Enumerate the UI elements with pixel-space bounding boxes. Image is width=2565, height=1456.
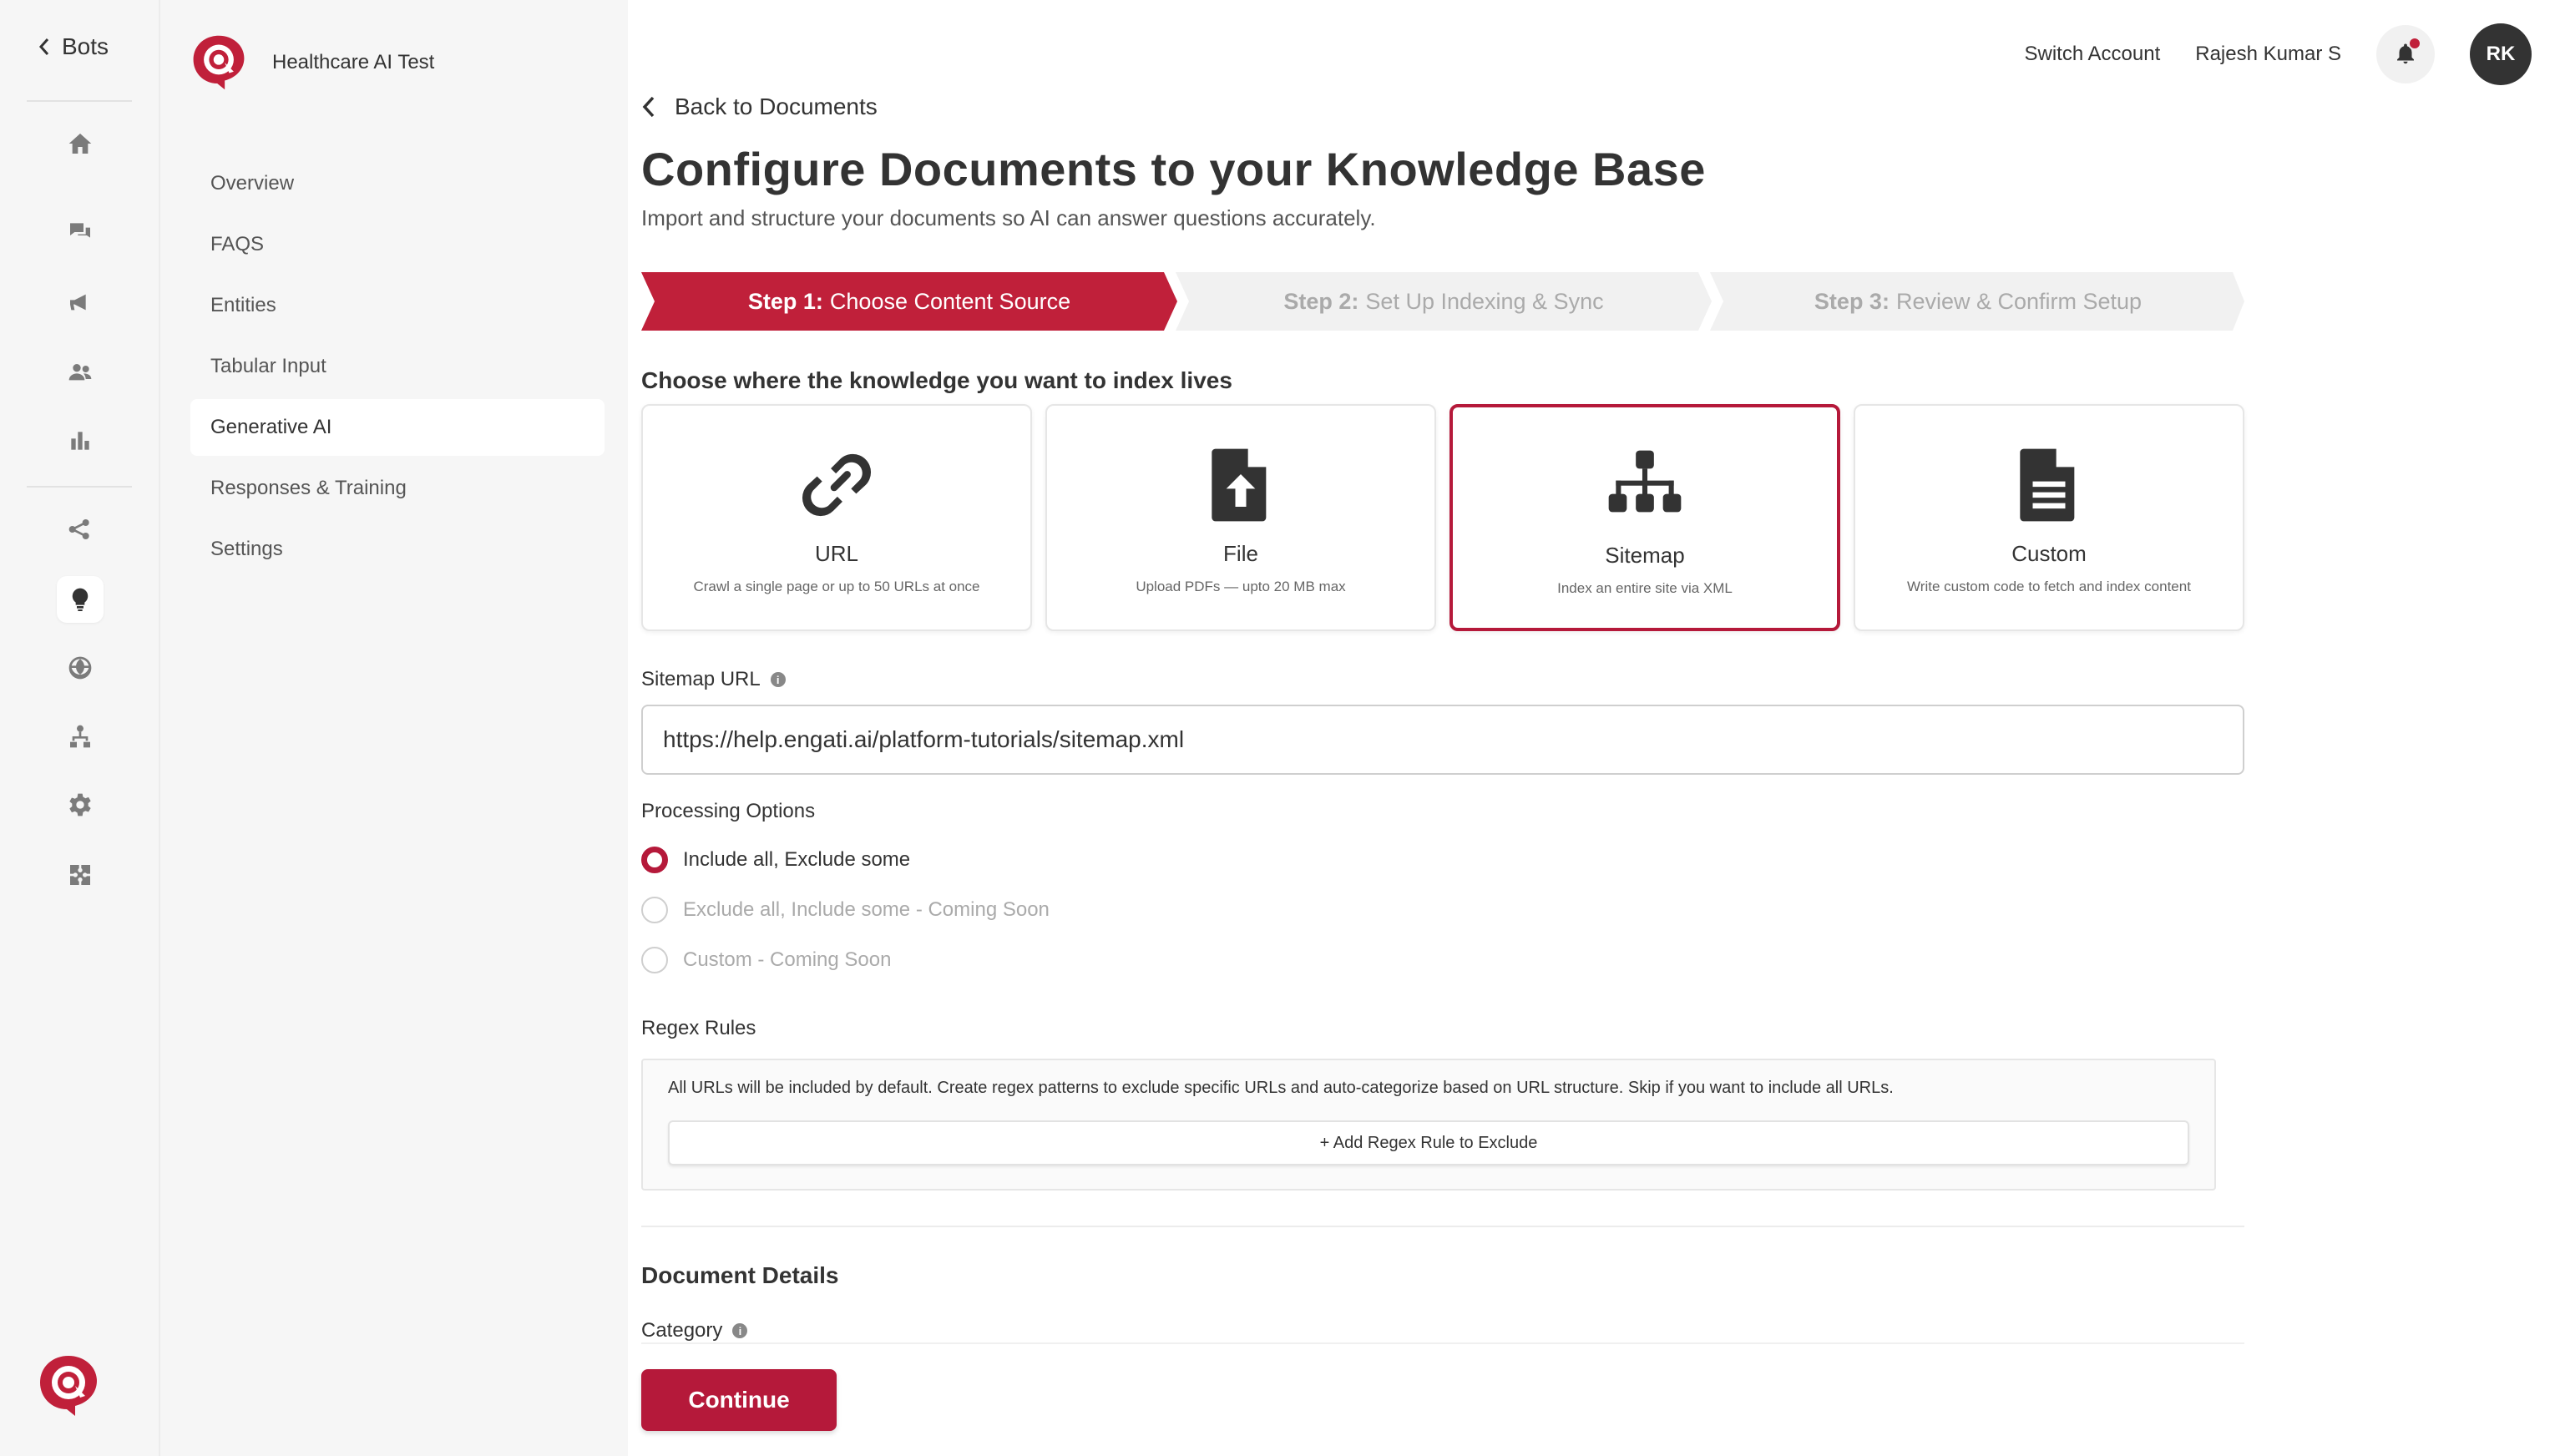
megaphone-icon[interactable] bbox=[57, 279, 104, 326]
source-card-file-title: File bbox=[1223, 541, 1258, 566]
source-card-sitemap-desc: Index an entire site via XML bbox=[1557, 580, 1733, 596]
users-icon[interactable] bbox=[57, 349, 104, 396]
step-1-label: Choose Content Source bbox=[829, 288, 1071, 314]
add-regex-rule-button[interactable]: + Add Regex Rule to Exclude bbox=[668, 1120, 2189, 1165]
sitemap-url-label: Sitemap URL i bbox=[641, 668, 786, 691]
stepper: Step 1: Choose Content Source Step 2: Se… bbox=[641, 272, 2244, 331]
notifications-button[interactable] bbox=[2376, 25, 2435, 83]
category-label: Category i bbox=[641, 1319, 748, 1342]
regex-rules-label: Regex Rules bbox=[641, 1017, 756, 1039]
link-icon bbox=[791, 439, 883, 531]
source-card-custom[interactable]: Custom Write custom code to fetch and in… bbox=[1854, 404, 2244, 631]
page-subtitle: Import and structure your documents so A… bbox=[641, 205, 1376, 230]
sitemap-icon bbox=[1599, 441, 1691, 533]
puzzle-icon[interactable] bbox=[57, 852, 104, 898]
source-card-url-title: URL bbox=[814, 541, 858, 566]
source-card-custom-title: Custom bbox=[2011, 541, 2087, 566]
notification-dot bbox=[2408, 37, 2421, 50]
file-upload-icon bbox=[1195, 439, 1287, 531]
avatar[interactable]: RK bbox=[2470, 23, 2532, 85]
radio-unchecked bbox=[641, 897, 668, 923]
category-divider bbox=[641, 1342, 2244, 1344]
sitemap-url-input[interactable] bbox=[641, 705, 2244, 775]
switch-account-link[interactable]: Switch Account bbox=[2025, 43, 2161, 66]
category-label-text: Category bbox=[641, 1319, 723, 1342]
rail-divider bbox=[27, 100, 132, 102]
info-icon[interactable]: i bbox=[770, 672, 786, 687]
back-to-documents-label: Back to Documents bbox=[675, 94, 878, 119]
source-card-sitemap[interactable]: Sitemap Index an entire site via XML bbox=[1449, 404, 1840, 631]
flow-icon[interactable] bbox=[57, 506, 104, 553]
option-exclude-all: Exclude all, Include some - Coming Soon bbox=[641, 897, 1050, 923]
continue-button[interactable]: Continue bbox=[641, 1369, 837, 1431]
icon-rail: Bots bbox=[0, 0, 160, 1456]
bot-logo-icon bbox=[193, 35, 245, 90]
step-1-prefix: Step 1: bbox=[747, 288, 823, 314]
tree-icon[interactable] bbox=[57, 713, 104, 760]
step-2-label: Set Up Indexing & Sync bbox=[1365, 288, 1604, 314]
document-icon bbox=[2003, 439, 2095, 531]
globe-icon[interactable] bbox=[57, 645, 104, 691]
regex-rules-box: All URLs will be included by default. Cr… bbox=[641, 1059, 2216, 1191]
back-to-bots-label: Bots bbox=[62, 33, 109, 59]
step-2-prefix: Step 2: bbox=[1283, 288, 1359, 314]
sub-navigation: Healthcare AI Test Overview FAQS Entitie… bbox=[160, 0, 628, 1456]
bot-name: Healthcare AI Test bbox=[272, 51, 435, 73]
source-card-url[interactable]: URL Crawl a single page or up to 50 URLs… bbox=[641, 404, 1032, 631]
top-bar: Switch Account Rajesh Kumar S RK bbox=[2025, 23, 2532, 85]
option-exclude-all-label: Exclude all, Include some - Coming Soon bbox=[683, 898, 1050, 921]
source-card-sitemap-title: Sitemap bbox=[1605, 543, 1685, 568]
bar-chart-icon[interactable] bbox=[57, 417, 104, 464]
option-include-all-label: Include all, Exclude some bbox=[683, 848, 911, 871]
option-custom: Custom - Coming Soon bbox=[641, 947, 891, 973]
option-include-all[interactable]: Include all, Exclude some bbox=[641, 847, 910, 873]
document-details-heading: Document Details bbox=[641, 1262, 839, 1288]
radio-checked[interactable] bbox=[641, 847, 668, 873]
gear-icon[interactable] bbox=[57, 781, 104, 828]
sitemap-url-label-text: Sitemap URL bbox=[641, 668, 761, 690]
chevron-left-icon bbox=[642, 96, 655, 118]
page-title: Configure Documents to your Knowledge Ba… bbox=[641, 143, 1706, 195]
source-cards: URL Crawl a single page or up to 50 URLs… bbox=[641, 404, 2244, 631]
bot-brand: Healthcare AI Test bbox=[190, 32, 434, 94]
step-2-indexing-sync: Step 2: Set Up Indexing & Sync bbox=[1189, 272, 1698, 331]
step-3-label: Review & Confirm Setup bbox=[1895, 288, 2143, 314]
home-icon[interactable] bbox=[57, 120, 104, 167]
nav-item-responses-training[interactable]: Responses & Training bbox=[190, 460, 605, 517]
engati-logo-icon bbox=[40, 1356, 97, 1416]
back-to-bots-link[interactable]: Bots bbox=[38, 33, 109, 60]
processing-options-label: Processing Options bbox=[641, 800, 816, 822]
nav-item-faqs[interactable]: FAQS bbox=[190, 216, 605, 273]
source-card-file[interactable]: File Upload PDFs — upto 20 MB max bbox=[1045, 404, 1436, 631]
source-card-url-desc: Crawl a single page or up to 50 URLs at … bbox=[693, 579, 980, 594]
option-custom-label: Custom - Coming Soon bbox=[683, 948, 892, 971]
source-heading: Choose where the knowledge you want to i… bbox=[641, 367, 1232, 393]
nav-item-settings[interactable]: Settings bbox=[190, 521, 605, 578]
nav-item-tabular-input[interactable]: Tabular Input bbox=[190, 338, 605, 395]
rail-divider bbox=[27, 486, 132, 488]
step-1-choose-content-source[interactable]: Step 1: Choose Content Source bbox=[655, 272, 1164, 331]
lightbulb-icon[interactable] bbox=[57, 576, 104, 623]
source-card-custom-desc: Write custom code to fetch and index con… bbox=[1907, 579, 2191, 594]
chevron-left-icon bbox=[38, 38, 49, 55]
chat-icon[interactable] bbox=[57, 209, 104, 255]
step-3-review-confirm: Step 3: Review & Confirm Setup bbox=[1723, 272, 2233, 331]
source-card-file-desc: Upload PDFs — upto 20 MB max bbox=[1136, 579, 1346, 594]
back-to-documents-link[interactable]: Back to Documents bbox=[641, 94, 878, 120]
nav-item-generative-ai[interactable]: Generative AI bbox=[190, 399, 605, 456]
nav-item-overview[interactable]: Overview bbox=[190, 155, 605, 212]
info-icon[interactable]: i bbox=[732, 1323, 748, 1338]
radio-unchecked bbox=[641, 947, 668, 973]
section-divider bbox=[641, 1226, 2244, 1227]
regex-description: All URLs will be included by default. Cr… bbox=[668, 1079, 1894, 1097]
nav-item-entities[interactable]: Entities bbox=[190, 277, 605, 334]
user-name[interactable]: Rajesh Kumar S bbox=[2195, 43, 2341, 66]
step-3-prefix: Step 3: bbox=[1814, 288, 1890, 314]
